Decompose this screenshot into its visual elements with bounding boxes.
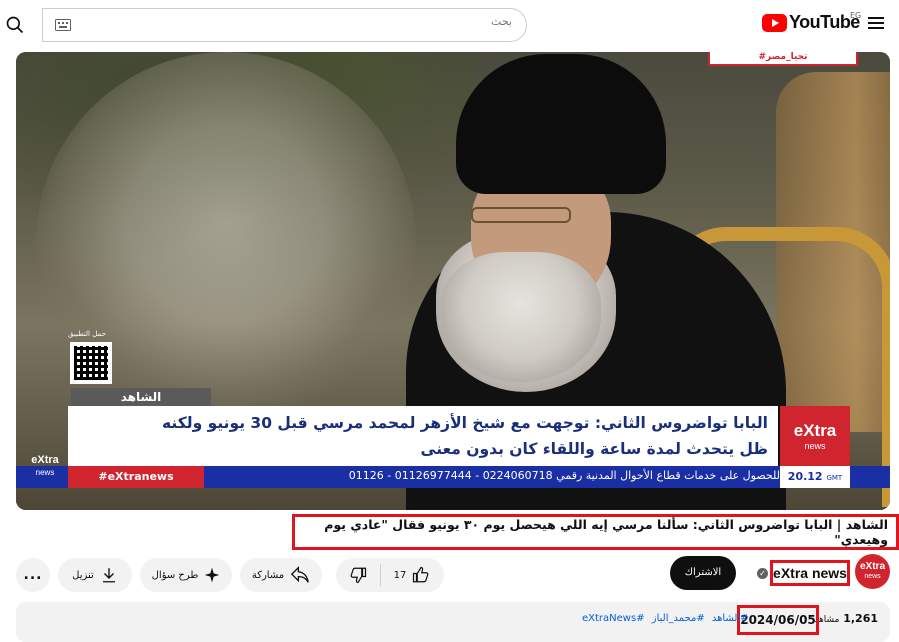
tag-link[interactable]: #محمد_الباز bbox=[652, 613, 705, 624]
dislike-button[interactable] bbox=[336, 558, 380, 592]
search-input[interactable] bbox=[112, 15, 512, 28]
video-top-tag: #تحيا_مصر bbox=[708, 52, 858, 66]
video-channel-logo: eXtra news bbox=[780, 406, 850, 466]
keyboard-icon[interactable] bbox=[55, 19, 71, 31]
video-title: الشاهد | البابا تواضروس الثاني: سألنا مر… bbox=[324, 517, 888, 547]
more-actions-button[interactable]: ... bbox=[16, 558, 50, 592]
menu-button[interactable] bbox=[868, 14, 890, 36]
tag-link[interactable]: #الشاهد bbox=[712, 613, 749, 624]
ticker-logo-text: eXtra bbox=[31, 454, 59, 466]
tag-link[interactable]: #eXtraNews bbox=[582, 613, 645, 624]
ticker-logo-sub: news bbox=[35, 468, 55, 477]
clock-time: 20.12 bbox=[787, 470, 823, 483]
channel-name[interactable]: eXtra news bbox=[770, 560, 850, 586]
video-player[interactable]: #تحيا_مصر حمل التطبيق الشاهد البابا تواض… bbox=[16, 52, 890, 510]
video-title-box: الشاهد | البابا تواضروس الثاني: سألنا مر… bbox=[292, 514, 899, 550]
video-hashtag: #eXtranews bbox=[68, 466, 204, 488]
like-count: 17 bbox=[393, 569, 407, 581]
video-headline: البابا تواضروس الثاني: توجهت مع شيخ الأز… bbox=[68, 406, 778, 466]
channel-avatar[interactable]: eXtra news bbox=[855, 554, 890, 589]
avatar-sub: news bbox=[864, 572, 881, 580]
sparkle-icon bbox=[205, 567, 220, 583]
upload-date: 2024/06/05 bbox=[737, 605, 819, 635]
like-button[interactable]: 17 bbox=[380, 558, 444, 592]
more-icon: ... bbox=[23, 567, 43, 583]
video-logo-sub: news bbox=[804, 441, 826, 451]
ticker-logo: eXtra news bbox=[26, 454, 64, 488]
views-number: 1,261 bbox=[843, 612, 878, 625]
ticker-text: للحصول على خدمات قطاع الأحوال المدنية رق… bbox=[348, 469, 780, 482]
video-logo-text: eXtra bbox=[793, 421, 837, 440]
headline-line-1: البابا تواضروس الثاني: توجهت مع شيخ الأز… bbox=[162, 414, 768, 432]
youtube-logo[interactable]: YouTube bbox=[762, 12, 860, 33]
clock-zone: GMT bbox=[826, 474, 843, 482]
avatar-text: eXtra bbox=[859, 560, 885, 572]
download-icon bbox=[102, 568, 115, 583]
search-box[interactable] bbox=[42, 8, 527, 42]
program-tag: الشاهد bbox=[71, 388, 211, 406]
like-divider bbox=[380, 564, 381, 586]
search-icon bbox=[6, 16, 24, 34]
qr-code-icon bbox=[70, 342, 112, 384]
download-button[interactable]: تنزيل bbox=[58, 558, 132, 592]
subscribe-button[interactable]: الاشتراك bbox=[670, 556, 736, 590]
country-code: EG bbox=[850, 11, 862, 20]
dislike-icon bbox=[350, 567, 367, 584]
qr-label: حمل التطبيق bbox=[68, 330, 106, 338]
ask-label: طرح سؤال bbox=[151, 569, 199, 581]
ask-button[interactable]: طرح سؤال bbox=[140, 558, 232, 592]
download-label: تنزيل bbox=[72, 569, 94, 581]
top-header: YouTube EG bbox=[0, 0, 899, 50]
share-icon bbox=[291, 566, 309, 583]
share-button[interactable]: مشاركة bbox=[240, 558, 322, 592]
headline-line-2: ظل يتحدث لمدة ساعة واللقاء كان بدون معنى bbox=[420, 440, 768, 458]
search-button[interactable] bbox=[0, 8, 30, 42]
video-clock: 20.12 GMT bbox=[780, 466, 850, 488]
view-count: 1,261 مشاهد bbox=[814, 612, 878, 625]
description-tags: #الشاهد #محمد_الباز #eXtraNews bbox=[578, 613, 749, 624]
verified-icon: ✓ bbox=[757, 568, 768, 579]
like-icon bbox=[413, 566, 429, 583]
youtube-play-icon bbox=[762, 13, 787, 32]
share-label: مشاركة bbox=[251, 569, 285, 581]
menu-icon bbox=[868, 17, 890, 29]
